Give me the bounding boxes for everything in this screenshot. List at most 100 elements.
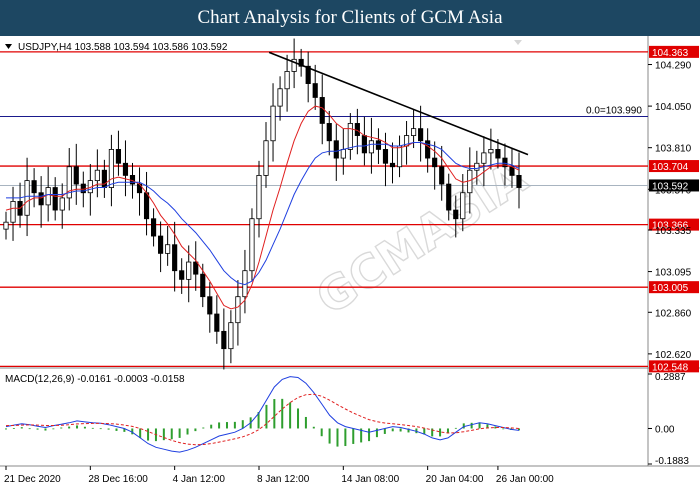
macd-axis-label-0: 0.2887: [655, 372, 686, 383]
current-price-label: 103.592: [652, 181, 689, 192]
macd-histogram-bar-5: [44, 428, 47, 431]
macd-histogram-bar-48: [383, 428, 386, 434]
macd-histogram-bar-26: [210, 424, 213, 429]
macd-histogram-bar-50: [399, 428, 402, 432]
time-axis-label-5: 20 Jan 04:00: [426, 474, 484, 485]
macd-histogram-bar-3: [28, 428, 31, 430]
macd-histogram-bar-25: [202, 427, 205, 429]
macd-histogram-bar-8: [68, 426, 71, 429]
price-axis-label-4: 103.335: [655, 226, 692, 237]
chart-banner: Chart Analysis for Clients of GCM Asia: [0, 0, 700, 36]
macd-histogram-bar-14: [115, 428, 118, 431]
macd-histogram-bar-12: [99, 428, 102, 430]
price-axis-label-5: 103.095: [655, 268, 692, 279]
time-axis-label-1: 28 Dec 16:00: [88, 474, 148, 485]
macd-histogram-bar-1: [12, 428, 15, 429]
macd-histogram-bar-6: [52, 428, 55, 430]
macd-histogram-bar-17: [139, 428, 142, 438]
candle-body-5: [38, 192, 44, 206]
macd-histogram-bar-43: [344, 428, 347, 447]
candle-body-1: [10, 201, 16, 223]
macd-histogram-bar-57: [454, 427, 457, 429]
price-axis-label-1: 104.050: [655, 102, 692, 113]
candle-body-15: [108, 149, 114, 188]
time-axis-label-6: 26 Jan 00:00: [496, 474, 554, 485]
candle-body-59: [418, 128, 424, 142]
candle-body-54: [382, 149, 389, 164]
macd-histogram-bar-18: [147, 428, 150, 441]
time-axis-label-0: 21 Dec 2020: [4, 474, 61, 485]
candle-body-46: [326, 123, 332, 142]
candle-body-73: [516, 175, 522, 188]
candle-body-17: [122, 162, 129, 176]
candle-body-0: [3, 221, 9, 230]
macd-histogram-bar-24: [194, 428, 197, 432]
candle-body-37: [263, 140, 269, 176]
candle-body-3: [24, 180, 30, 216]
candle-body-58: [411, 128, 417, 136]
macd-histogram-bar-21: [170, 428, 173, 440]
candle-body-29: [207, 296, 213, 315]
candle-body-27: [193, 261, 199, 275]
candle-body-20: [143, 192, 150, 220]
macd-histogram-bar-4: [36, 428, 39, 430]
candle-body-36: [256, 175, 262, 220]
candle-body-48: [340, 149, 346, 159]
macd-histogram-bar-49: [391, 428, 394, 432]
candle-body-49: [347, 123, 353, 150]
candle-body-44: [312, 83, 318, 98]
candle-body-8: [59, 197, 65, 211]
candle-body-51: [361, 135, 367, 154]
macd-histogram-bar-37: [297, 408, 300, 429]
candle-body-65: [460, 192, 466, 220]
candle-body-68: [481, 152, 487, 164]
macd-histogram-bar-28: [225, 422, 228, 429]
fib-level-label: 0.0=103.990: [586, 106, 642, 117]
macd-histogram-bar-33: [265, 404, 268, 429]
candle-body-40: [284, 71, 290, 90]
candle-body-61: [432, 157, 438, 168]
candle-body-72: [509, 166, 515, 176]
level-tag-label-0: 104.363: [652, 48, 689, 59]
candle-body-30: [214, 313, 220, 332]
macd-histogram-bar-30: [241, 420, 244, 429]
level-tag-label-3: 103.005: [652, 283, 689, 294]
macd-histogram-bar-34: [273, 399, 276, 429]
candle-body-52: [368, 140, 375, 154]
candle-35: [249, 208, 255, 282]
macd-histogram-bar-38: [304, 416, 307, 429]
macd-histogram-bar-29: [233, 421, 236, 429]
macd-histogram-bar-55: [439, 428, 442, 437]
macd-histogram-bar-9: [76, 425, 79, 429]
macd-histogram-bar-41: [328, 428, 331, 444]
chart-canvas[interactable]: GCMASIA 0.0=103.990 104.363103.704103.36…: [0, 36, 700, 500]
macd-histogram-bar-7: [60, 427, 63, 429]
macd-header: MACD(12,26,9) -0.0161 -0.0003 -0.0158: [5, 374, 185, 385]
candle-body-4: [31, 180, 37, 194]
candle-body-32: [228, 322, 234, 350]
candle-body-62: [439, 166, 445, 185]
candle-body-33: [235, 296, 241, 324]
macd-histogram-bar-59: [470, 422, 473, 429]
macd-histogram-bar-10: [83, 426, 86, 429]
price-axis-label-0: 104.290: [655, 61, 692, 72]
candle-body-24: [172, 244, 178, 272]
macd-histogram-bar-27: [218, 422, 221, 429]
macd-histogram-bar-22: [178, 428, 181, 438]
level-tag-label-1: 103.704: [652, 162, 689, 173]
candle-body-16: [115, 149, 122, 164]
macd-histogram-bar-44: [352, 428, 355, 444]
candle-body-13: [94, 169, 100, 182]
candle-body-39: [277, 88, 283, 107]
price-axis-label-2: 103.810: [655, 144, 692, 155]
price-axis-label-6: 102.860: [655, 308, 692, 319]
candle-body-69: [488, 149, 494, 154]
candle-body-47: [333, 140, 339, 159]
candle-body-55: [389, 162, 396, 168]
candle-body-21: [150, 218, 157, 237]
candle-body-22: [158, 235, 164, 254]
macd-histogram-bar-13: [107, 428, 110, 430]
macd-histogram-bar-0: [5, 428, 7, 430]
candle-body-64: [453, 209, 459, 220]
symbol-header: USDJPY,H4 103.588 103.594 103.586 103.59…: [18, 42, 228, 53]
